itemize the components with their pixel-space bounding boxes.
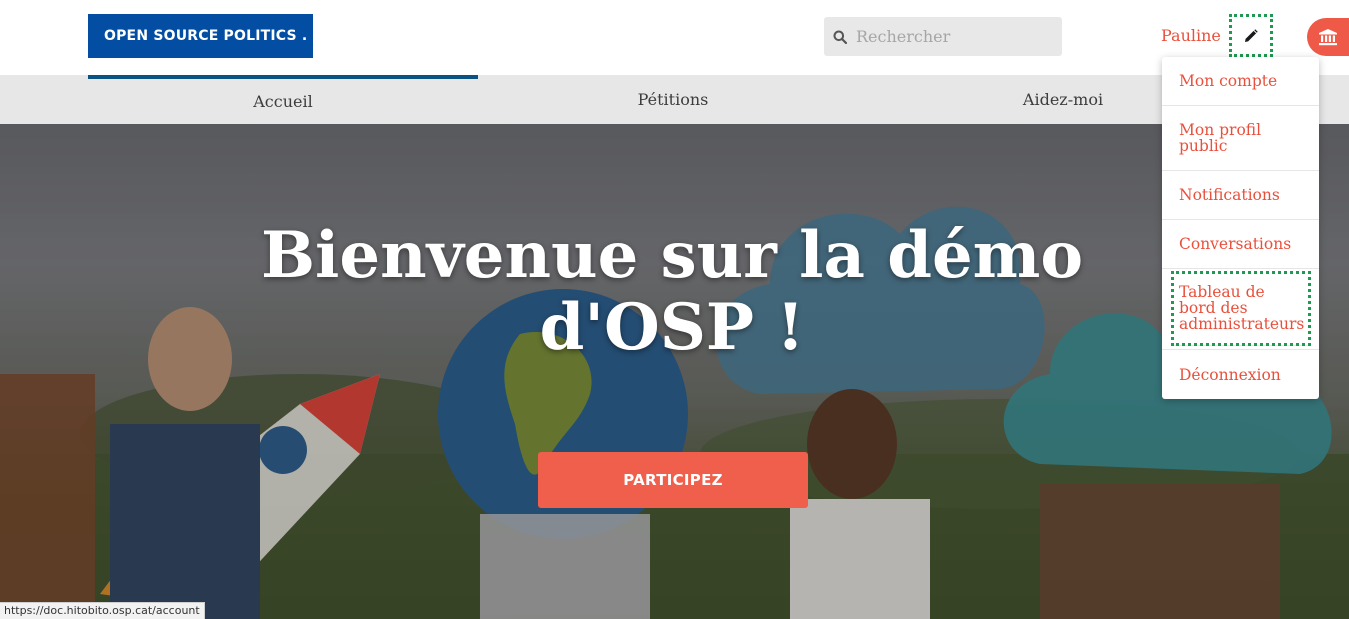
admin-button[interactable]	[1307, 18, 1349, 56]
participate-button[interactable]: PARTICIPEZ	[538, 452, 808, 508]
site-header: OPEN SOURCE POLITICS . Pauline	[0, 0, 1349, 75]
site-logo[interactable]: OPEN SOURCE POLITICS .	[88, 14, 313, 58]
menu-item-mon-compte[interactable]: Mon compte	[1162, 57, 1319, 106]
hero-title: Bienvenue sur la démo d'OSP !	[260, 218, 1084, 365]
menu-item-deconnexion[interactable]: Déconnexion	[1162, 349, 1319, 399]
pencil-icon	[1245, 28, 1258, 42]
search-input[interactable]	[856, 27, 1046, 46]
hero-background-image	[0, 124, 1349, 619]
nav-item-accueil[interactable]: Accueil	[88, 75, 478, 124]
user-name-link[interactable]: Pauline	[1161, 26, 1221, 45]
search-icon	[833, 30, 847, 44]
browser-status-bar: https://doc.hitobito.osp.cat/account	[0, 602, 205, 619]
menu-item-mon-profil-public[interactable]: Mon profil public	[1162, 106, 1319, 171]
menu-item-notifications[interactable]: Notifications	[1162, 171, 1319, 220]
main-navigation: Accueil Pétitions Aidez-moi	[0, 75, 1349, 124]
edit-button[interactable]	[1229, 14, 1273, 57]
menu-item-admin-dashboard[interactable]: Tableau de bord des administrateurs	[1171, 271, 1311, 346]
user-menu-dropdown: Mon compte Mon profil public Notificatio…	[1162, 57, 1319, 399]
menu-item-conversations[interactable]: Conversations	[1162, 220, 1319, 269]
search-bar[interactable]	[824, 17, 1062, 56]
bank-icon	[1319, 29, 1337, 46]
hero-banner: Bienvenue sur la démo d'OSP ! PARTICIPEZ	[0, 124, 1349, 619]
nav-item-petitions[interactable]: Pétitions	[478, 75, 868, 124]
